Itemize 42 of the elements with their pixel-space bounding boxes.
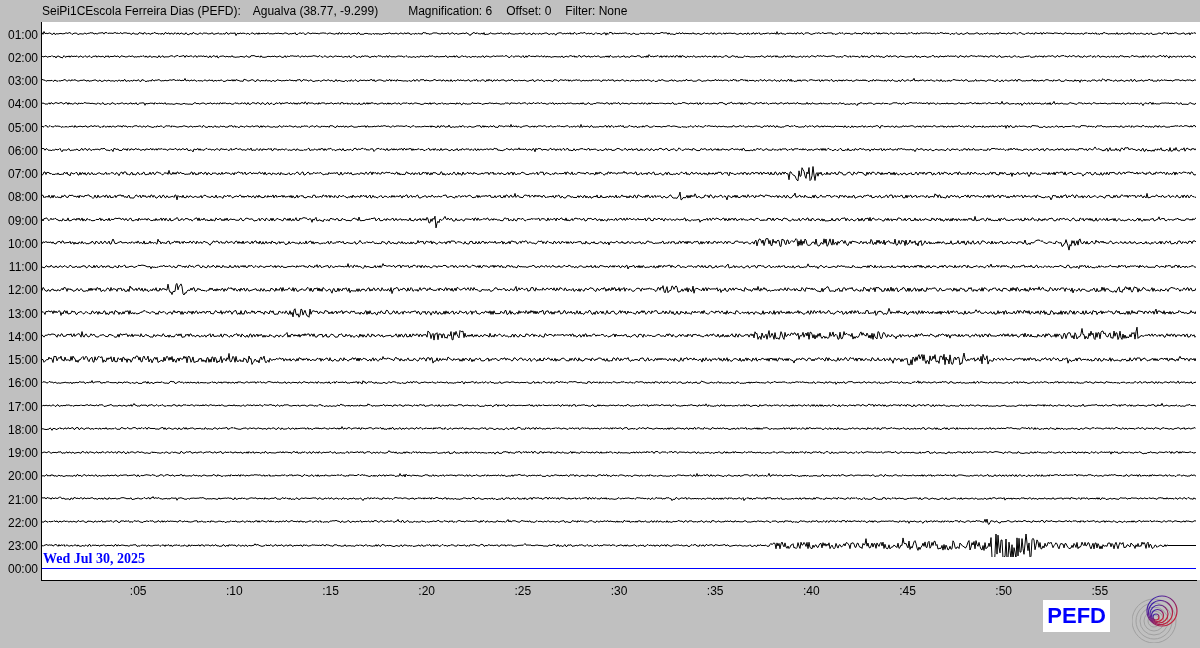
location-text: Agualva (38.77, -9.299) bbox=[252, 3, 379, 20]
minute-tick-label: :10 bbox=[226, 583, 243, 599]
hour-label: 19:00 bbox=[7, 446, 38, 461]
hour-label: 21:00 bbox=[7, 492, 38, 507]
minute-tick-label: :45 bbox=[899, 583, 916, 599]
minute-tick-label: :25 bbox=[514, 583, 532, 599]
hour-label: 13:00 bbox=[7, 306, 38, 321]
offset-text: Offset: 0 bbox=[506, 3, 552, 20]
hour-label: 07:00 bbox=[7, 167, 38, 182]
minute-tick-label: :30 bbox=[610, 583, 628, 599]
station-name: SeiPi1CEscola Ferreira Dias (PEFD): bbox=[42, 3, 241, 20]
minute-tick-label: :35 bbox=[706, 583, 724, 599]
minute-tick-label: :40 bbox=[803, 583, 820, 599]
hour-label: 11:00 bbox=[8, 260, 38, 275]
minute-tick-label: :50 bbox=[995, 583, 1012, 599]
hour-label: 22:00 bbox=[7, 515, 38, 530]
hour-label: 15:00 bbox=[7, 353, 38, 368]
date-label: Wed Jul 30, 2025 bbox=[43, 550, 145, 567]
filter-text: Filter: None bbox=[565, 3, 628, 20]
hour-label: 14:00 bbox=[7, 329, 38, 344]
hour-label: 00:00 bbox=[7, 562, 38, 577]
hour-label: 23:00 bbox=[7, 539, 38, 554]
minute-tick-label: :15 bbox=[322, 583, 339, 599]
hour-label: 03:00 bbox=[7, 74, 38, 89]
hour-label: 12:00 bbox=[7, 283, 38, 298]
hour-label: 05:00 bbox=[7, 120, 38, 135]
minute-tick-label: :05 bbox=[129, 583, 147, 599]
hour-label: 06:00 bbox=[7, 143, 38, 158]
hour-label: 10:00 bbox=[7, 236, 38, 251]
hour-label: 02:00 bbox=[7, 50, 38, 65]
hour-label: 17:00 bbox=[7, 399, 38, 414]
minute-tick-label: :55 bbox=[1091, 583, 1109, 599]
station-badge: PEFD bbox=[1043, 600, 1110, 632]
hour-label: 09:00 bbox=[7, 213, 38, 228]
minute-tick-label: :20 bbox=[418, 583, 435, 599]
hour-label: 01:00 bbox=[7, 27, 38, 42]
hour-label: 18:00 bbox=[7, 422, 38, 437]
hour-label: 20:00 bbox=[7, 469, 38, 484]
hour-label: 08:00 bbox=[7, 190, 38, 205]
magnification-text: Magnification: 6 bbox=[408, 3, 493, 20]
hour-label: 04:00 bbox=[7, 97, 38, 112]
hour-label: 16:00 bbox=[7, 376, 38, 391]
